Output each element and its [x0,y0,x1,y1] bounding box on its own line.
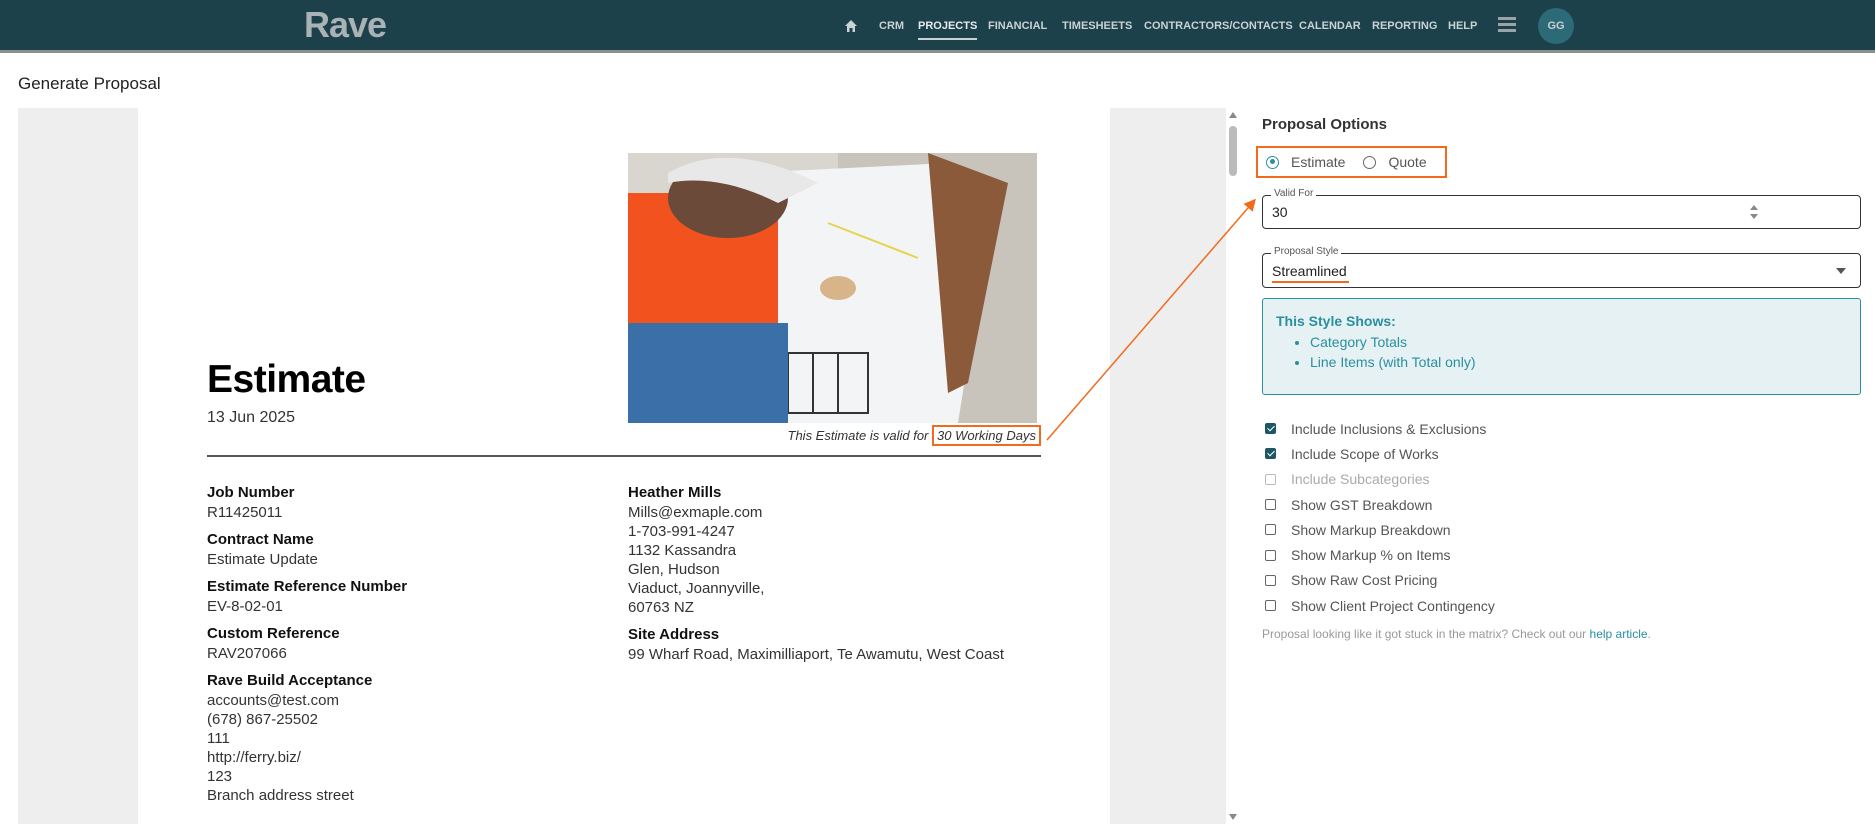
help-article-link[interactable]: help article [1590,627,1648,641]
stepper-icon[interactable] [1749,204,1759,220]
checkbox-subcategories: Include Subcategories [1265,467,1495,492]
checkbox-markup-percent[interactable]: Show Markup % on Items [1265,542,1495,567]
checkbox-scope-of-works[interactable]: Include Scope of Works [1265,441,1495,466]
style-info-item: Category Totals [1310,332,1860,352]
checkbox-label[interactable]: Show Raw Cost Pricing [1291,572,1437,588]
annotation-arrow [1046,198,1256,441]
radio-estimate[interactable] [1266,155,1279,169]
checkbox[interactable] [1265,423,1276,435]
radio-quote[interactable] [1363,155,1377,169]
proposal-style-select[interactable]: Proposal Style Streamlined [1262,246,1861,288]
checkbox[interactable] [1265,499,1276,511]
radio-estimate-label[interactable]: Estimate [1291,154,1345,170]
checkbox-label[interactable]: Show Markup % on Items [1291,547,1451,563]
style-info-box: This Style Shows: Category Totals Line I… [1262,298,1861,395]
checkbox-label[interactable]: Show GST Breakdown [1291,497,1432,513]
checkbox-label[interactable]: Include Scope of Works [1291,446,1439,462]
proposal-type-group: Estimate Quote [1256,146,1447,178]
checkbox-gst-breakdown[interactable]: Show GST Breakdown [1265,492,1495,517]
checkbox-label: Include Subcategories [1291,471,1430,488]
checkbox[interactable] [1265,574,1276,586]
proposal-style-value[interactable]: Streamlined [1272,263,1349,283]
checkbox[interactable] [1265,600,1276,612]
style-info-heading: This Style Shows: [1276,313,1396,329]
checkbox[interactable] [1265,549,1276,561]
options-checklist: Include Inclusions & Exclusions Include … [1265,416,1495,618]
valid-for-value[interactable]: 30 [1272,204,1288,220]
radio-quote-label[interactable]: Quote [1388,154,1426,170]
valid-for-label: Valid For [1271,188,1317,199]
proposal-style-label: Proposal Style [1271,246,1342,257]
checkbox-markup-breakdown[interactable]: Show Markup Breakdown [1265,517,1495,542]
checkbox[interactable] [1265,524,1276,536]
checkbox[interactable] [1265,448,1276,460]
checkbox-inclusions-exclusions[interactable]: Include Inclusions & Exclusions [1265,416,1495,441]
checkbox-label[interactable]: Show Client Project Contingency [1291,598,1495,614]
checkbox-client-contingency[interactable]: Show Client Project Contingency [1265,593,1495,618]
chevron-down-icon[interactable] [1836,268,1846,274]
help-text: Proposal looking like it got stuck in th… [1262,627,1651,641]
checkbox-raw-cost[interactable]: Show Raw Cost Pricing [1265,568,1495,593]
help-text-end: . [1647,627,1651,641]
checkbox-label[interactable]: Show Markup Breakdown [1291,522,1451,538]
valid-for-input[interactable]: Valid For 30 [1262,188,1861,229]
checkbox [1265,473,1276,485]
help-text-body: Proposal looking like it got stuck in th… [1262,627,1587,641]
proposal-options-title: Proposal Options [1262,116,1388,133]
checkbox-label[interactable]: Include Inclusions & Exclusions [1291,421,1486,437]
style-info-item: Line Items (with Total only) [1310,352,1860,372]
